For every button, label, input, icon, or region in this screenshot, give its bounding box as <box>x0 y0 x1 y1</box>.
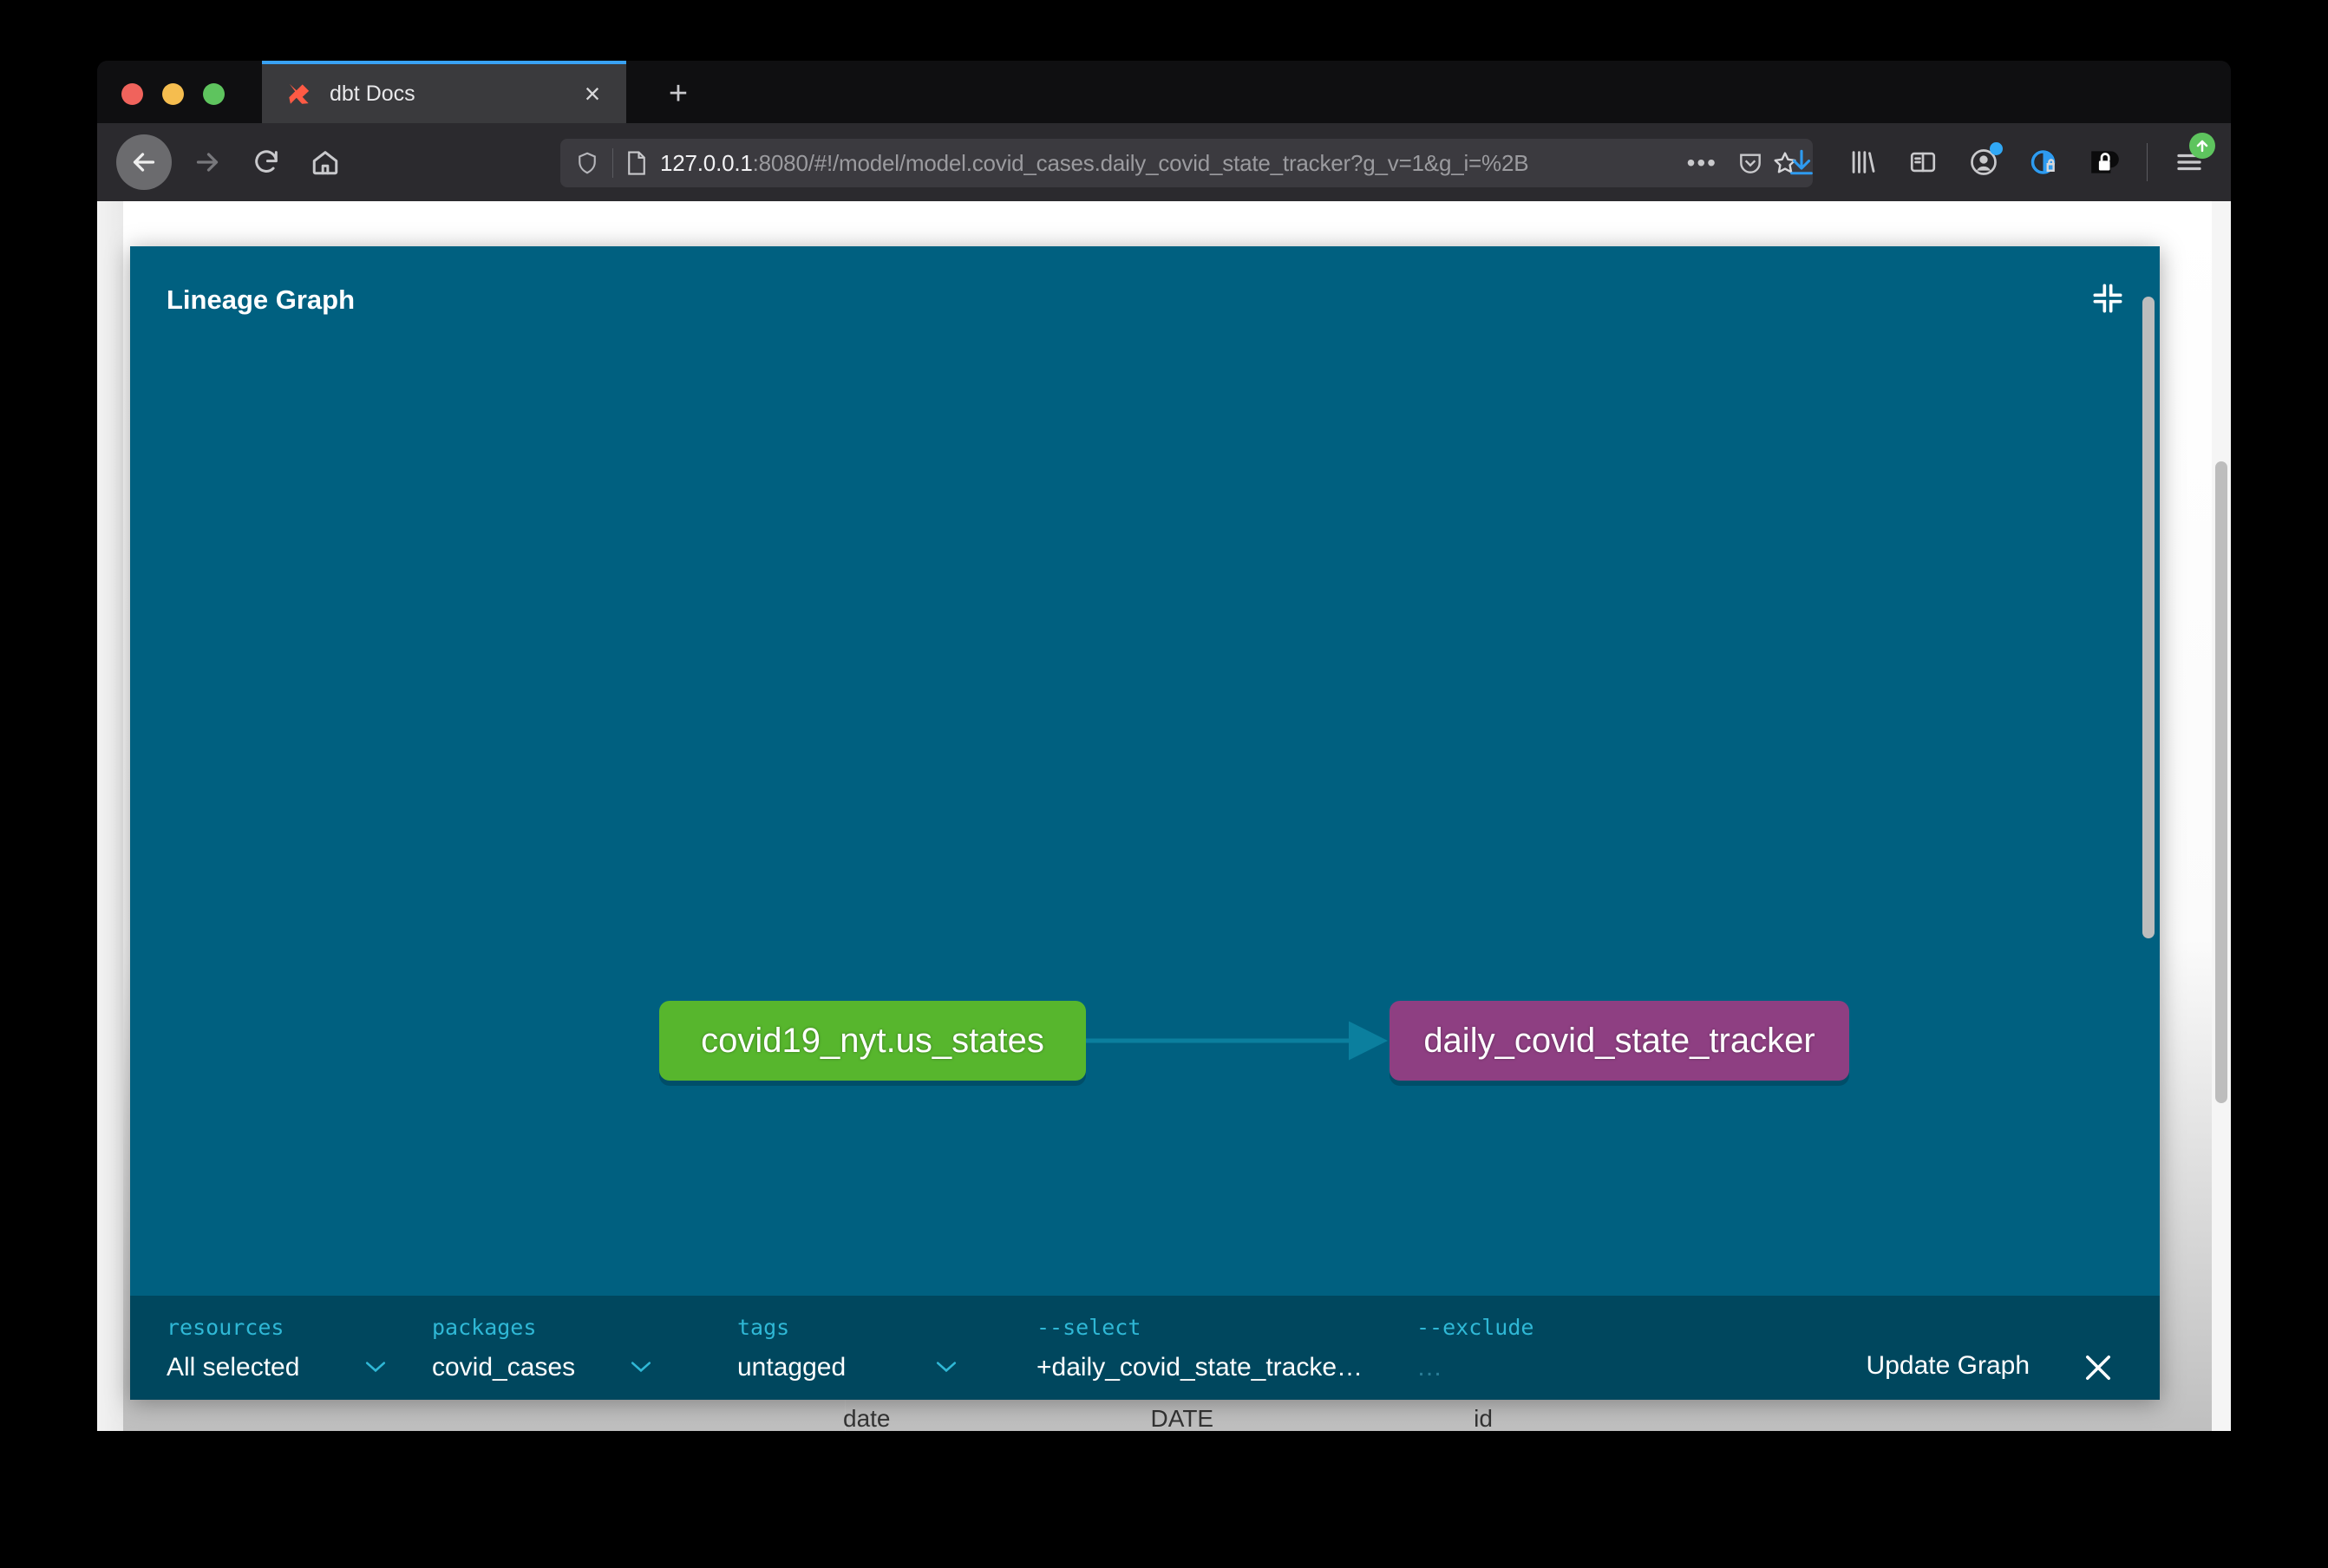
lineage-graph-overlay: Lineage Graph covid19_nyt.us_states dail… <box>130 246 2160 1400</box>
account-notification-badge <box>1990 142 2003 155</box>
sidebar-icon[interactable] <box>1904 143 1942 181</box>
control-packages-label: packages <box>432 1315 537 1340</box>
lineage-graph-title: Lineage Graph <box>167 284 356 315</box>
control-tags-label: tags <box>737 1315 790 1340</box>
library-books-icon <box>1852 151 1875 173</box>
forward-arrow-icon <box>196 153 219 172</box>
page-icon <box>628 151 645 175</box>
control-resources[interactable]: resources All selected <box>167 1296 401 1400</box>
download-arrow-icon <box>1790 149 1813 175</box>
control-exclude-value: … <box>1416 1353 1442 1382</box>
url-path: :8080/#!/model/model.covid_cases.daily_c… <box>752 149 1529 176</box>
tab-close-button[interactable]: × <box>578 79 607 108</box>
document-fragment-2: DATE <box>1150 1405 1214 1431</box>
reload-button[interactable] <box>243 139 290 186</box>
lineage-node-model-label: daily_covid_state_tracker <box>1423 1021 1815 1060</box>
back-button[interactable] <box>116 134 172 190</box>
unlock-padlock-icon <box>2091 151 2119 173</box>
lineage-node-source-label: covid19_nyt.us_states <box>701 1021 1044 1060</box>
window-maximize-button[interactable] <box>203 83 225 105</box>
control-tags[interactable]: tags untagged <box>737 1296 971 1400</box>
chevron-down-icon[interactable] <box>630 1360 652 1374</box>
tab-title: dbt Docs <box>330 81 415 106</box>
window-minimize-button[interactable] <box>162 83 184 105</box>
chevron-down-icon[interactable] <box>364 1360 387 1374</box>
control-exclude[interactable]: --exclude … <box>1416 1296 1703 1400</box>
back-arrow-icon <box>133 153 155 172</box>
download-icon[interactable] <box>1782 143 1821 181</box>
close-x-icon <box>2086 1356 2110 1380</box>
collapse-icon[interactable] <box>2089 279 2127 317</box>
update-arrow-icon <box>2196 140 2208 153</box>
browser-tab-dbt-docs[interactable]: dbt Docs × <box>262 61 626 123</box>
control-resources-label: resources <box>167 1315 284 1340</box>
lineage-graph-header: Lineage Graph <box>130 246 2160 350</box>
chevron-down-icon[interactable] <box>935 1360 958 1374</box>
unlock-icon[interactable] <box>2086 143 2124 181</box>
reload-icon <box>255 150 278 173</box>
page-actions-button[interactable]: ••• <box>1687 149 1717 177</box>
page-scrollbar[interactable] <box>2212 201 2231 1431</box>
lineage-graph-controls: resources All selected packages covid_ca… <box>130 1296 2160 1400</box>
dbt-logo-icon <box>289 83 310 104</box>
pocket-icon[interactable] <box>1736 149 1764 177</box>
lineage-graph-canvas[interactable]: covid19_nyt.us_states daily_covid_state_… <box>130 350 2160 1296</box>
document-sidebar-edge <box>97 201 123 1431</box>
account-icon[interactable] <box>1965 142 2003 181</box>
menu-icon[interactable] <box>2170 133 2215 181</box>
lineage-node-source[interactable]: covid19_nyt.us_states <box>659 1001 1086 1081</box>
window-traffic-lights <box>121 83 225 105</box>
control-exclude-label: --exclude <box>1416 1315 1534 1340</box>
home-icon <box>312 151 338 175</box>
lineage-edges <box>1086 1021 1388 1061</box>
control-packages-value: covid_cases <box>432 1353 576 1382</box>
collapse-corners-icon <box>2093 284 2122 313</box>
document-fragment-3: id <box>1474 1405 1493 1431</box>
tab-strip: dbt Docs × + <box>97 61 2231 123</box>
library-icon[interactable] <box>1843 143 1881 181</box>
container-circle-icon <box>2030 149 2056 175</box>
control-tags-value: untagged <box>737 1353 847 1382</box>
toolbar-divider <box>2147 143 2148 181</box>
url-divider <box>612 148 613 178</box>
page-scrollbar-thumb[interactable] <box>2215 461 2227 1103</box>
sidebar-panel-icon <box>1910 152 1936 173</box>
shield-icon <box>579 152 596 174</box>
update-graph-button[interactable]: Update Graph <box>1867 1351 2030 1381</box>
toolbar-icons <box>1782 133 2215 187</box>
url-host: 127.0.0.1 <box>660 149 753 176</box>
overlay-scrollbar[interactable] <box>2141 291 2156 1431</box>
url-text: 127.0.0.1:8080/#!/model/model.covid_case… <box>660 150 1675 177</box>
control-select[interactable]: --select +daily_covid_state_tracke… <box>1036 1296 1401 1400</box>
forward-button[interactable] <box>184 139 231 186</box>
document-bottom-row: date DATE id <box>843 1405 1884 1431</box>
close-icon[interactable] <box>2080 1349 2116 1386</box>
container-icon[interactable] <box>2025 143 2063 181</box>
document-fragment-1: date <box>843 1405 891 1431</box>
lineage-node-model[interactable]: daily_covid_state_tracker <box>1390 1001 1849 1081</box>
new-tab-button[interactable]: + <box>661 76 696 111</box>
control-packages[interactable]: packages covid_cases <box>432 1296 666 1400</box>
control-select-value: +daily_covid_state_tracke… <box>1036 1353 1363 1382</box>
browser-window: dbt Docs × + 127.0.0.1:8080/#!/model/mod… <box>97 61 2231 1431</box>
control-select-label: --select <box>1036 1315 1141 1340</box>
control-resources-value: All selected <box>167 1353 300 1382</box>
overlay-scrollbar-thumb[interactable] <box>2142 297 2155 938</box>
home-button[interactable] <box>302 139 349 186</box>
page-viewport: Ta date DATE id Lineage Graph <box>97 201 2231 1431</box>
navigation-toolbar: 127.0.0.1:8080/#!/model/model.covid_case… <box>97 123 2231 201</box>
update-available-badge <box>2189 133 2215 159</box>
url-bar[interactable]: 127.0.0.1:8080/#!/model/model.covid_case… <box>560 139 1813 187</box>
window-close-button[interactable] <box>121 83 143 105</box>
